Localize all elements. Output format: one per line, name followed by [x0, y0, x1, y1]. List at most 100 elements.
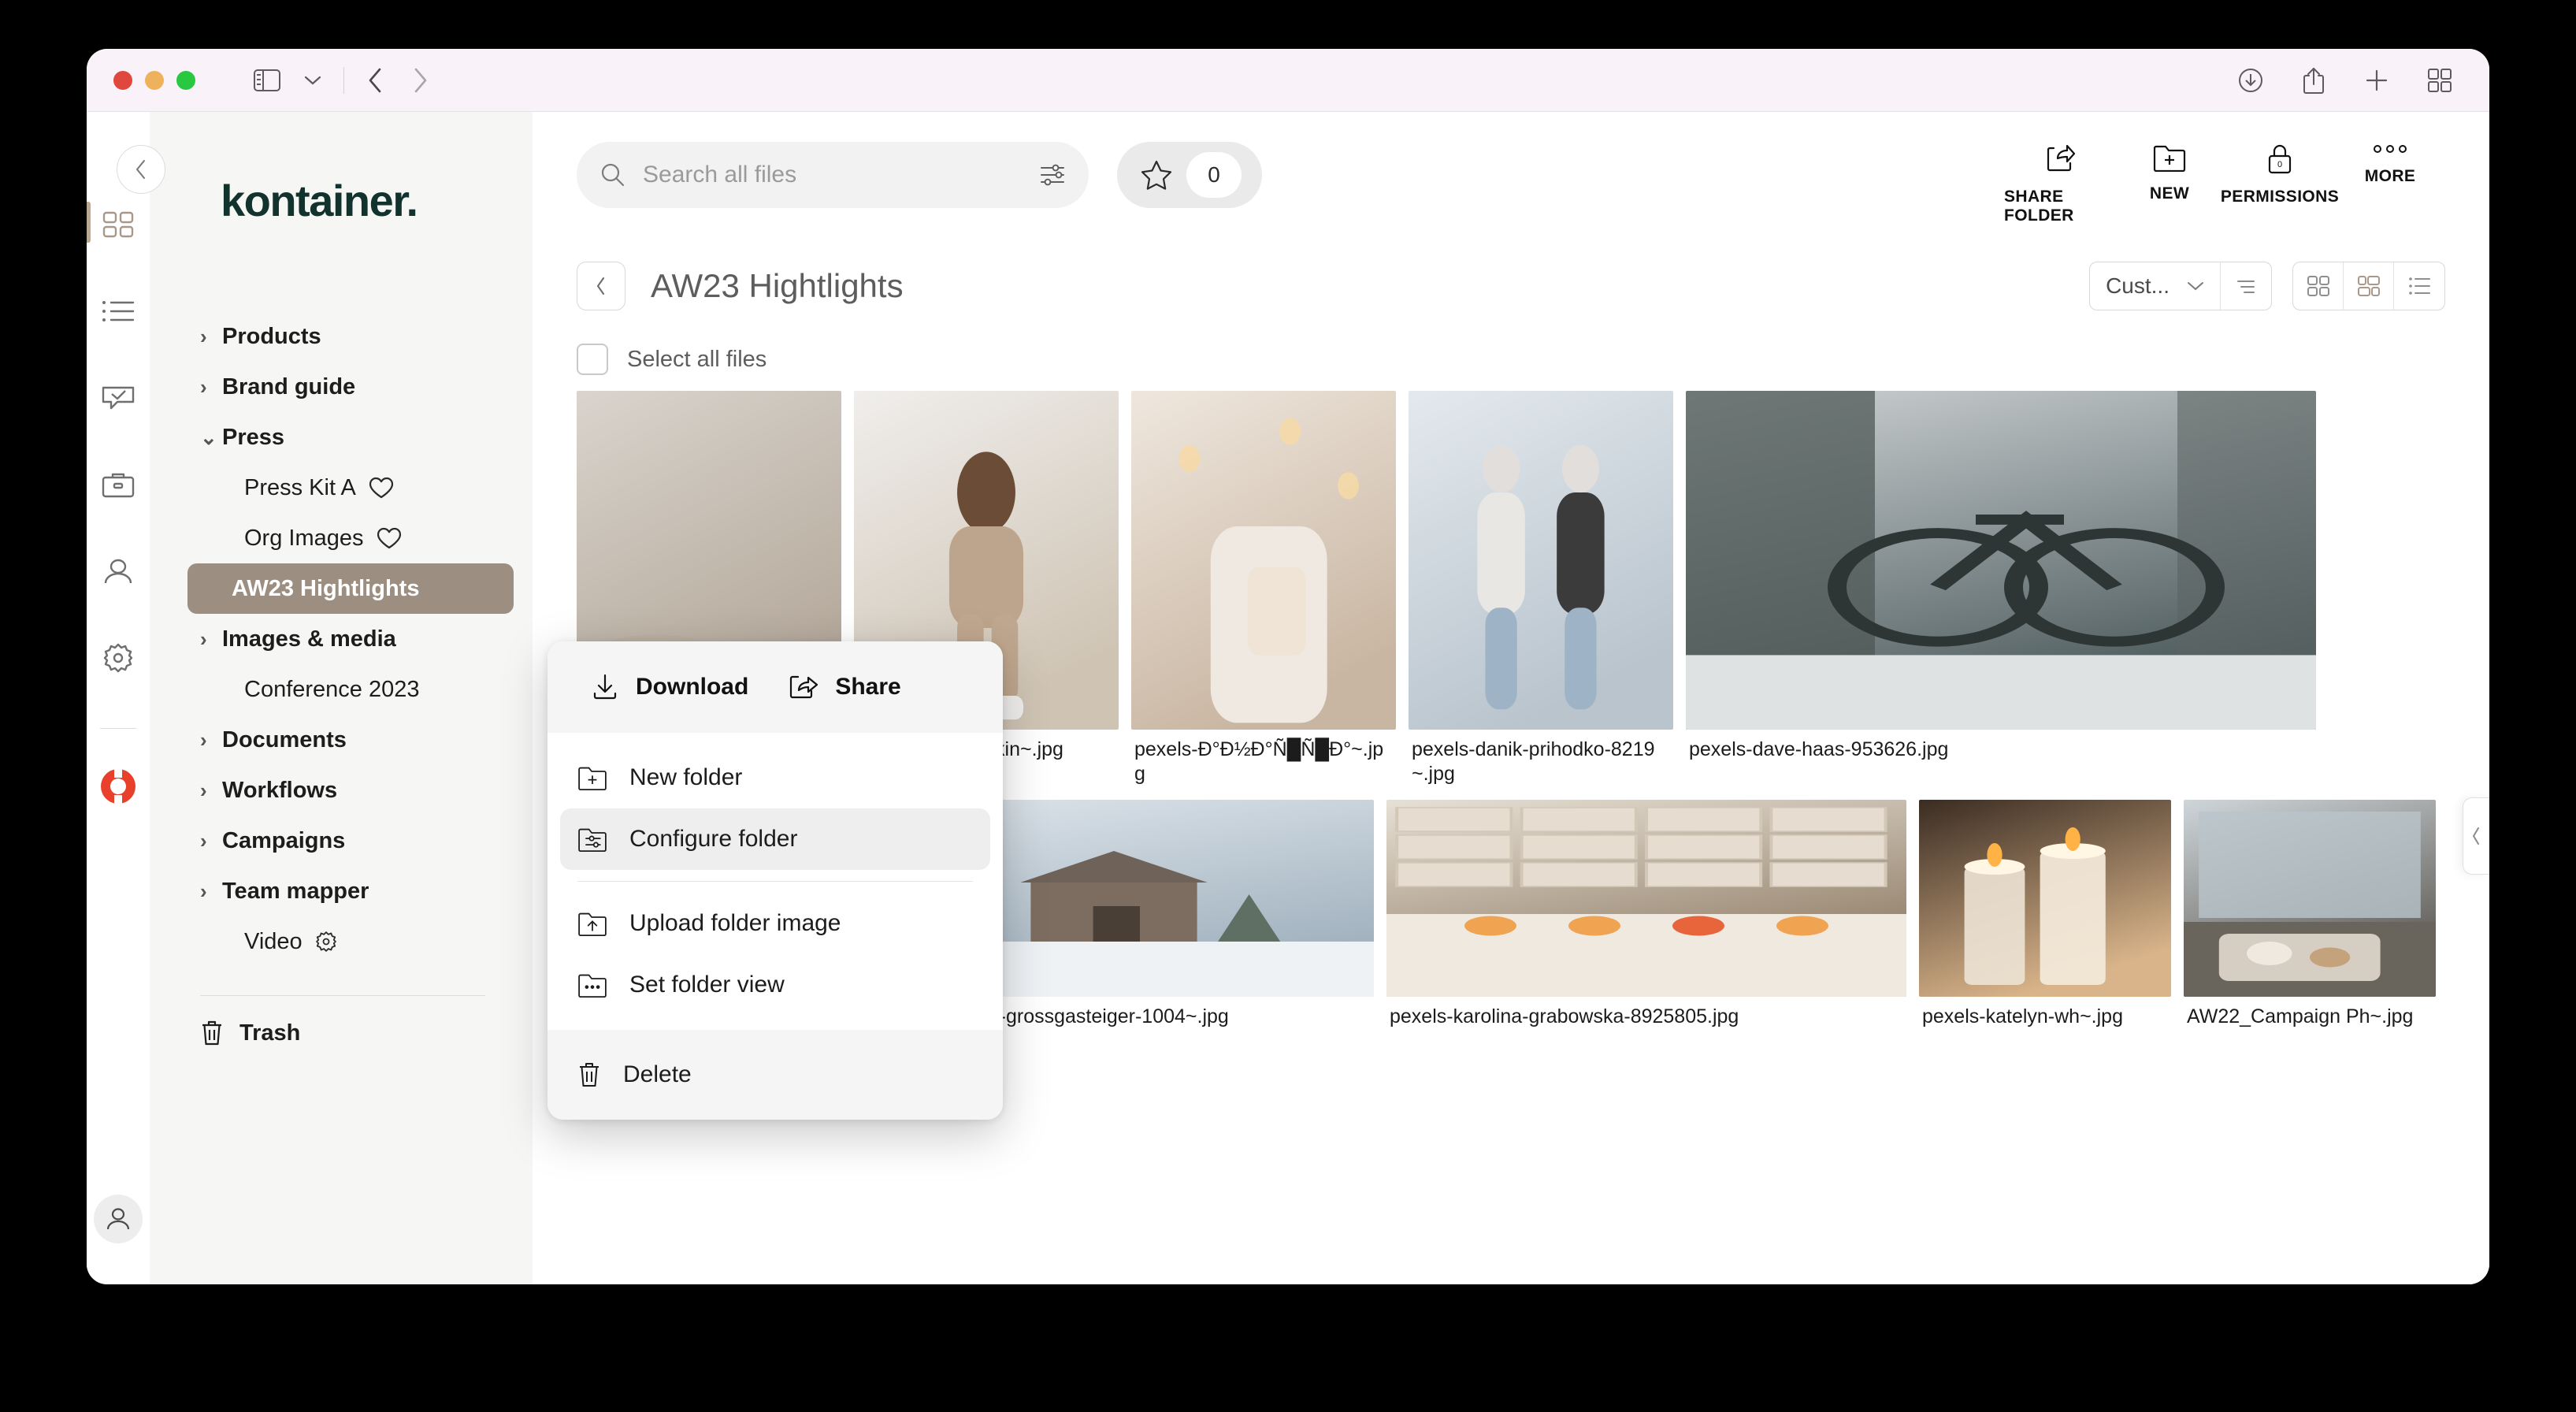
context-header-label: Share: [835, 674, 901, 700]
masonry-view-toggle[interactable]: [2344, 262, 2394, 310]
collapse-sidebar-button[interactable]: [117, 145, 165, 194]
file-thumbnail[interactable]: [1409, 391, 1673, 730]
chevron-right-icon[interactable]: ›: [200, 778, 222, 803]
context-share-button[interactable]: Share: [769, 674, 921, 700]
menu-item-upload-folder-image[interactable]: Upload folder image: [560, 893, 990, 954]
menu-item-label: Upload folder image: [629, 910, 841, 936]
context-download-button[interactable]: Download: [571, 674, 769, 700]
more-button[interactable]: MORE: [2335, 143, 2445, 225]
sidebar-toggle-icon[interactable]: [246, 59, 288, 102]
navigation-sidebar: kontainer. › Products › Brand guide ⌄ Press Pr…: [117, 112, 533, 1284]
file-thumbnail[interactable]: [1919, 800, 2171, 997]
filter-sliders-icon[interactable]: [1040, 162, 1065, 188]
tree-item-video[interactable]: Video: [150, 916, 514, 967]
menu-item-delete[interactable]: Delete: [560, 1044, 990, 1105]
permissions-button[interactable]: 0 PERMISSIONS: [2221, 143, 2339, 225]
tree-item-conference-2023[interactable]: Conference 2023: [150, 664, 514, 715]
sidebar-item-settings[interactable]: [95, 635, 141, 681]
tree-item-label: Documents: [222, 726, 347, 752]
chevron-right-icon[interactable]: ›: [200, 728, 222, 752]
folder-header: AW23 Hightlights Cust...: [533, 238, 2489, 325]
favorite-heart-icon[interactable]: [377, 527, 402, 549]
new-tab-icon[interactable]: [2355, 59, 2398, 102]
file-thumbnail[interactable]: [1386, 800, 1906, 997]
menu-item-label: Delete: [623, 1061, 692, 1087]
favorite-heart-icon[interactable]: [369, 477, 394, 499]
chevron-down-icon[interactable]: [291, 59, 334, 102]
close-window-button[interactable]: [113, 70, 132, 90]
star-icon: [1141, 159, 1172, 191]
share-folder-button[interactable]: SHARE FOLDER: [2004, 143, 2114, 225]
menu-item-set-folder-view[interactable]: Set folder view: [560, 954, 990, 1016]
download-icon: [592, 674, 618, 700]
file-tile[interactable]: pexels-katelyn-wh~.jpg: [1919, 800, 2171, 1029]
sidebar-item-portfolio[interactable]: [95, 462, 141, 507]
context-header-label: Download: [636, 674, 749, 700]
sidebar-item-contacts[interactable]: [95, 548, 141, 594]
tree-item-documents[interactable]: › Documents: [150, 715, 514, 765]
select-all-row[interactable]: Select all files: [533, 325, 2489, 391]
sidebar-item-feedback[interactable]: [95, 375, 141, 421]
new-button[interactable]: NEW: [2114, 143, 2225, 225]
folder-back-button[interactable]: [577, 262, 625, 310]
tree-item-aw23-hightlights[interactable]: AW23 Hightlights: [187, 563, 514, 614]
tree-item-org-images[interactable]: Org Images: [150, 513, 514, 563]
browser-back-button[interactable]: [354, 59, 396, 102]
tree-item-label: AW23 Hightlights: [232, 575, 420, 601]
chevron-down-icon: [2187, 281, 2204, 292]
menu-item-new-folder[interactable]: New folder: [560, 747, 990, 808]
file-thumbnail[interactable]: [1131, 391, 1396, 730]
menu-item-label: New folder: [629, 764, 743, 790]
tree-item-images-media[interactable]: › Images & media: [150, 614, 514, 664]
sort-order-button[interactable]: [2221, 262, 2271, 310]
file-thumbnail[interactable]: [1686, 391, 2316, 730]
favorites-button[interactable]: 0: [1117, 142, 1262, 208]
tree-item-workflows[interactable]: › Workflows: [150, 765, 514, 816]
chevron-right-icon[interactable]: ›: [200, 879, 222, 904]
sort-dropdown[interactable]: Cust...: [2090, 262, 2221, 310]
list-view-toggle[interactable]: [2394, 262, 2444, 310]
account-avatar[interactable]: [94, 1195, 143, 1243]
svg-text:0: 0: [2277, 160, 2282, 169]
tree-item-team-mapper[interactable]: › Team mapper: [150, 866, 514, 916]
grid-view-toggle[interactable]: [2293, 262, 2344, 310]
chevron-right-icon[interactable]: ›: [200, 829, 222, 853]
tree-item-press-kit-a[interactable]: Press Kit A: [150, 463, 514, 513]
sidebar-item-grid-view[interactable]: [95, 202, 141, 247]
tree-item-products[interactable]: › Products: [150, 311, 514, 362]
tree-item-press[interactable]: ⌄ Press: [150, 412, 514, 463]
tree-item-brand-guide[interactable]: › Brand guide: [150, 362, 514, 412]
file-tile[interactable]: pexels-dave-haas-953626.jpg: [1686, 391, 2316, 762]
search-box[interactable]: [577, 142, 1089, 208]
chevron-down-icon[interactable]: ⌄: [200, 425, 222, 450]
chevron-right-icon[interactable]: ›: [200, 627, 222, 652]
trash-label: Trash: [239, 1020, 301, 1046]
sidebar-item-list-view[interactable]: [95, 288, 141, 334]
downloads-icon[interactable]: [2229, 59, 2272, 102]
support-lifebuoy-icon[interactable]: [95, 764, 141, 809]
file-tile[interactable]: pexels-danik-prihodko-8219~.jpg: [1409, 391, 1673, 786]
folder-settings-gear-icon[interactable]: [315, 931, 337, 953]
menu-item-configure-folder[interactable]: Configure folder: [560, 808, 990, 870]
icon-rail: [87, 112, 150, 1284]
minimize-window-button[interactable]: [145, 70, 164, 90]
sort-control: Cust...: [2089, 262, 2272, 310]
file-name: pexels-katelyn-wh~.jpg: [1922, 1005, 2123, 1027]
zoom-window-button[interactable]: [176, 70, 195, 90]
share-icon[interactable]: [2292, 59, 2335, 102]
window-controls[interactable]: [113, 70, 195, 90]
chevron-right-icon[interactable]: ›: [200, 375, 222, 399]
right-drawer-handle[interactable]: [2463, 797, 2489, 875]
chevron-right-icon[interactable]: ›: [200, 325, 222, 349]
folder-view-icon: [577, 972, 607, 998]
file-tile[interactable]: AW22_Campaign Ph~.jpg: [2184, 800, 2436, 1029]
sidebar-item-trash[interactable]: Trash: [150, 1020, 533, 1046]
tab-overview-icon[interactable]: [2418, 59, 2461, 102]
tree-item-campaigns[interactable]: › Campaigns: [150, 816, 514, 866]
browser-forward-button[interactable]: [399, 59, 442, 102]
file-tile[interactable]: pexels-karolina-grabowska-8925805.jpg: [1386, 800, 1906, 1029]
file-tile[interactable]: pexels-Ð°Ð½Ð°Ñ█Ñ█Ð°~.jpg: [1131, 391, 1396, 786]
search-input[interactable]: [643, 162, 1023, 188]
select-all-checkbox[interactable]: [577, 344, 608, 375]
file-thumbnail[interactable]: [2184, 800, 2436, 997]
